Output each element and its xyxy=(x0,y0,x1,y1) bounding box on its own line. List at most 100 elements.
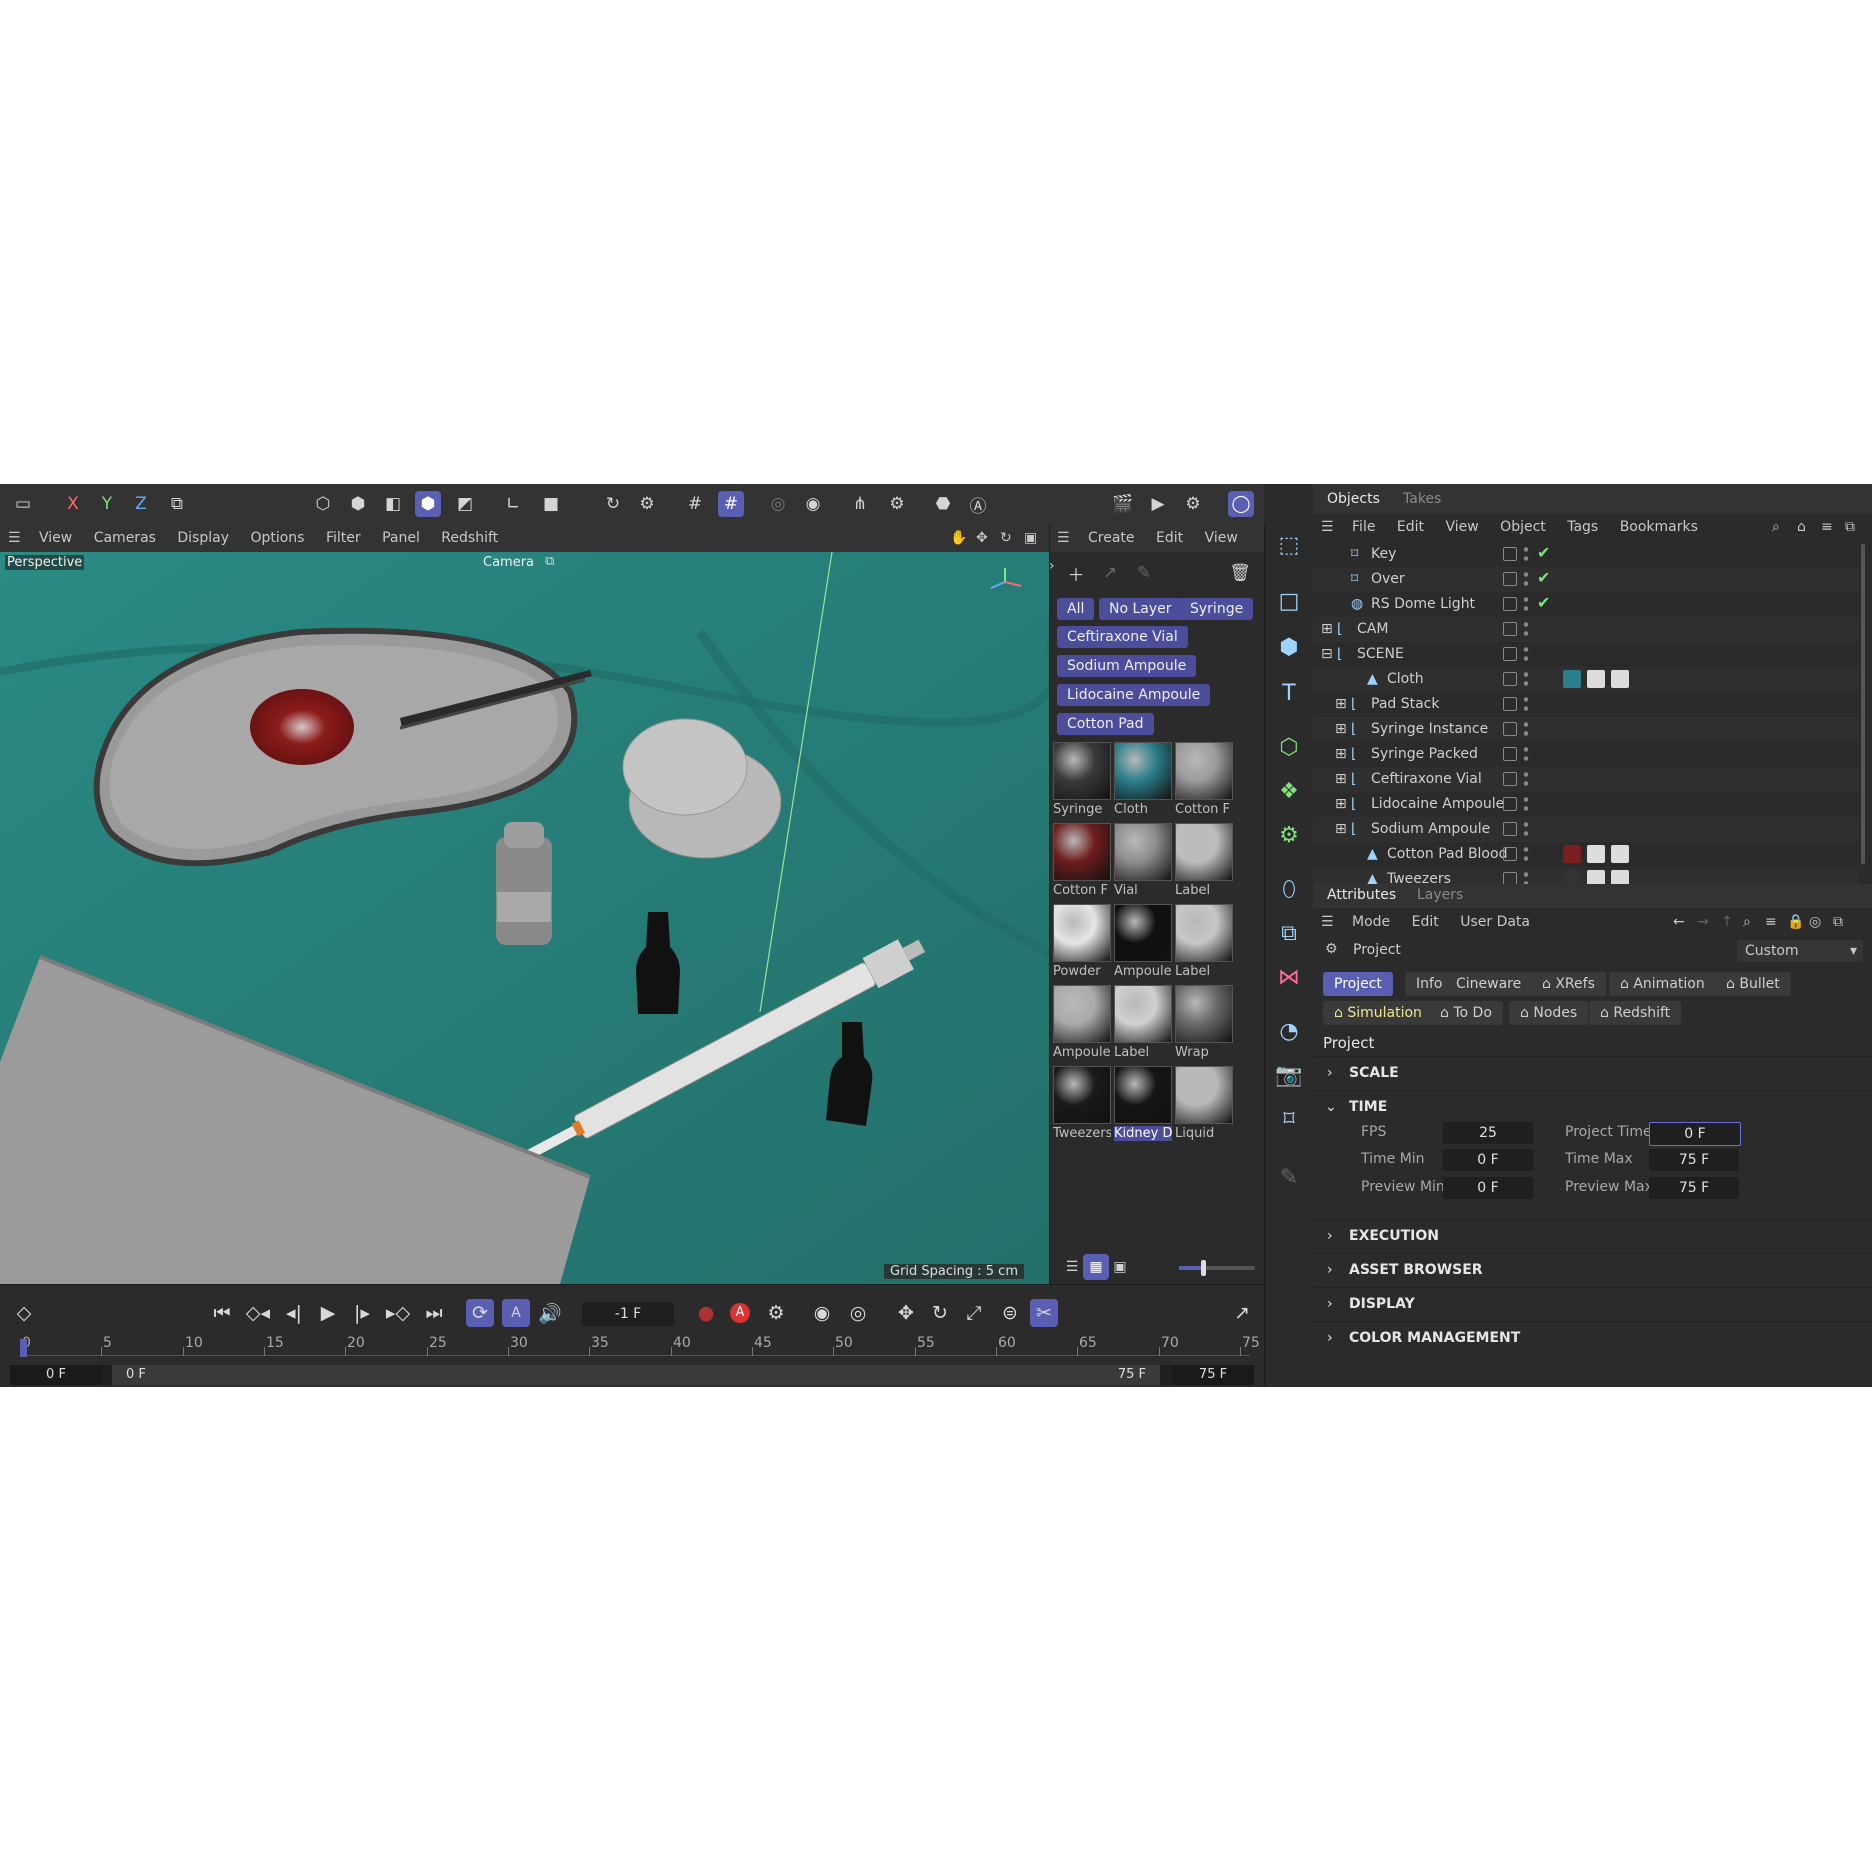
render-dots-icon[interactable] xyxy=(1523,570,1529,588)
subtab-nodes[interactable]: ⌂ Nodes xyxy=(1509,1001,1589,1025)
time-max-field[interactable]: 75 F xyxy=(1649,1149,1739,1171)
expand-icon[interactable]: ⊞ xyxy=(1335,721,1347,737)
target-icon[interactable]: ◎ xyxy=(1809,908,1821,936)
visibility-toggle[interactable] xyxy=(1503,572,1517,586)
timeline-graph-icon[interactable]: ↗ xyxy=(1228,1299,1256,1327)
visibility-toggle[interactable] xyxy=(1503,647,1517,661)
object-row[interactable]: ⊞ ⌊ Ceftiraxone Vial xyxy=(1313,767,1858,792)
key-settings-icon[interactable]: ⚙ xyxy=(762,1299,790,1327)
symmetry-icon[interactable]: ⋔ xyxy=(847,491,873,517)
visibility-toggle[interactable] xyxy=(1503,822,1517,836)
object-row[interactable]: ⌑ Key ✔ xyxy=(1313,542,1858,567)
filter-chip-no-layer[interactable]: No Layer xyxy=(1099,598,1182,620)
object-row[interactable]: ⊞ ⌊ Lidocaine Ampoule xyxy=(1313,792,1858,817)
grid-icon[interactable]: # xyxy=(682,491,708,517)
visibility-toggle[interactable] xyxy=(1503,697,1517,711)
environment-icon[interactable]: ◔ xyxy=(1276,1018,1302,1044)
app-menu-icon[interactable]: ▭ xyxy=(10,491,36,517)
rectangle-spline-icon[interactable]: □ xyxy=(1276,588,1302,614)
material-swatch[interactable]: Liquid xyxy=(1175,1066,1233,1141)
object-row[interactable]: ⊞ ⌊ Pad Stack xyxy=(1313,692,1858,717)
visibility-toggle[interactable] xyxy=(1503,597,1517,611)
snap-grid-icon[interactable]: # xyxy=(718,491,744,517)
viewport-menu-cameras[interactable]: Cameras xyxy=(94,530,156,546)
viewport-layout-icon[interactable]: ▣ xyxy=(1024,524,1037,552)
subtab-redshift[interactable]: ⌂ Redshift xyxy=(1589,1001,1682,1025)
expand-icon[interactable]: ⊞ xyxy=(1321,621,1333,637)
cloner-icon[interactable]: ❖ xyxy=(1276,778,1302,804)
material-swatch[interactable]: Powder xyxy=(1053,904,1111,979)
subtab-animation[interactable]: ⌂ Animation xyxy=(1609,972,1716,996)
section-execution[interactable]: › EXECUTION xyxy=(1313,1219,1872,1252)
render-dots-icon[interactable] xyxy=(1523,720,1529,738)
tab-takes[interactable]: Takes xyxy=(1403,491,1441,507)
render-settings-icon[interactable]: ⚙ xyxy=(1180,491,1206,517)
thumbnail-size-slider[interactable] xyxy=(1179,1260,1255,1276)
material-swatch[interactable]: Label xyxy=(1175,823,1233,898)
object-menu-edit[interactable]: Edit xyxy=(1397,519,1424,535)
object-hamburger-icon[interactable]: ☰ xyxy=(1321,519,1334,535)
uv-tag-icon[interactable] xyxy=(1587,845,1605,863)
undo-transform-icon[interactable]: ↻ xyxy=(600,491,626,517)
sketch-icon[interactable]: ✎ xyxy=(1276,1164,1302,1190)
deformer-icon[interactable]: ⬯ xyxy=(1276,876,1302,902)
subtab-cineware[interactable]: Cineware xyxy=(1445,972,1533,996)
camera-object-icon[interactable]: 📷 xyxy=(1275,1062,1302,1088)
material-hamburger-icon[interactable]: ☰ xyxy=(1057,530,1070,546)
material-tag-icon[interactable] xyxy=(1563,670,1581,688)
viewport-menu-redshift[interactable]: Redshift xyxy=(441,530,498,546)
symmetry-settings-icon[interactable]: ⚙ xyxy=(884,491,910,517)
material-tag-icon[interactable] xyxy=(1563,845,1581,863)
visibility-toggle[interactable] xyxy=(1503,547,1517,561)
arrow-icon[interactable]: ↗ xyxy=(1097,560,1123,586)
position-key-icon[interactable]: ✥ xyxy=(892,1299,920,1327)
keyframe-diamond-icon[interactable]: ◇ xyxy=(10,1299,38,1327)
autokey-icon[interactable]: A xyxy=(726,1299,754,1327)
viewport-menu-panel[interactable]: Panel xyxy=(382,530,420,546)
viewport-hamburger-icon[interactable]: ☰ xyxy=(8,530,21,546)
render-dots-icon[interactable] xyxy=(1523,770,1529,788)
slider-handle[interactable] xyxy=(1201,1260,1206,1276)
object-row[interactable]: ⊟ ⌊ SCENE xyxy=(1313,642,1858,667)
viewport-menu-display[interactable]: Display xyxy=(177,530,229,546)
section-color-management[interactable]: › COLOR MANAGEMENT xyxy=(1313,1321,1872,1354)
material-menu-create[interactable]: Create xyxy=(1088,530,1135,546)
render-dots-icon[interactable] xyxy=(1523,620,1529,638)
object-row[interactable]: ◍ RS Dome Light ✔ xyxy=(1313,592,1858,617)
text-icon[interactable]: T xyxy=(1276,680,1302,706)
viewport-menu-options[interactable]: Options xyxy=(250,530,304,546)
tab-layers[interactable]: Layers xyxy=(1417,887,1463,903)
fps-field[interactable]: 25 xyxy=(1443,1122,1533,1144)
viewport-pan-icon[interactable]: ✋ xyxy=(950,524,967,552)
viewport-menu-view[interactable]: View xyxy=(39,530,72,546)
filter-chip-ceftiraxone-vial[interactable]: Ceftiraxone Vial xyxy=(1057,626,1188,648)
viewport-rotate-icon[interactable]: ↻ xyxy=(1000,524,1012,552)
sound-icon[interactable]: 🔊 xyxy=(536,1299,564,1327)
list-view-icon[interactable]: ☰ xyxy=(1059,1254,1085,1280)
new-window-icon[interactable]: ⧉ xyxy=(1845,514,1855,540)
search-icon[interactable]: ⌕ xyxy=(1743,908,1751,936)
points-mode-icon[interactable]: ⬡ xyxy=(310,491,336,517)
expand-icon[interactable]: ⊞ xyxy=(1335,771,1347,787)
material-menu-edit[interactable]: Edit xyxy=(1156,530,1183,546)
visibility-toggle[interactable] xyxy=(1503,722,1517,736)
material-swatch[interactable]: Ampoule xyxy=(1114,904,1172,979)
next-key-icon[interactable]: ▸◇ xyxy=(384,1299,412,1327)
view-name-label[interactable]: Perspective xyxy=(5,555,85,570)
range-bar[interactable]: 0 F 0 F 75 F 75 F xyxy=(10,1365,1254,1385)
filter-chip-sodium-ampoule[interactable]: Sodium Ampoule xyxy=(1057,655,1197,677)
material-swatch[interactable]: Cloth xyxy=(1114,742,1172,817)
object-row[interactable]: ⌑ Over ✔ xyxy=(1313,567,1858,592)
current-frame-field[interactable]: -1 F xyxy=(582,1302,674,1326)
section-time[interactable]: ⌄ TIME xyxy=(1313,1090,1872,1123)
previous-key-icon[interactable]: ◇◂ xyxy=(244,1299,272,1327)
render-dots-icon[interactable] xyxy=(1523,595,1529,613)
field-icon[interactable]: ⧉ xyxy=(1276,920,1302,946)
viewport-move-icon[interactable]: ✥ xyxy=(976,524,988,552)
attribute-menu-mode[interactable]: Mode xyxy=(1352,914,1390,930)
preset-dropdown[interactable]: Custom ▾ xyxy=(1737,940,1863,962)
grid-view-icon[interactable]: ▦ xyxy=(1083,1254,1109,1280)
scale-key-icon[interactable]: ⤢ xyxy=(960,1299,988,1327)
expand-icon[interactable]: ⊞ xyxy=(1335,821,1347,837)
edges-mode-icon[interactable]: ⬢ xyxy=(345,491,371,517)
